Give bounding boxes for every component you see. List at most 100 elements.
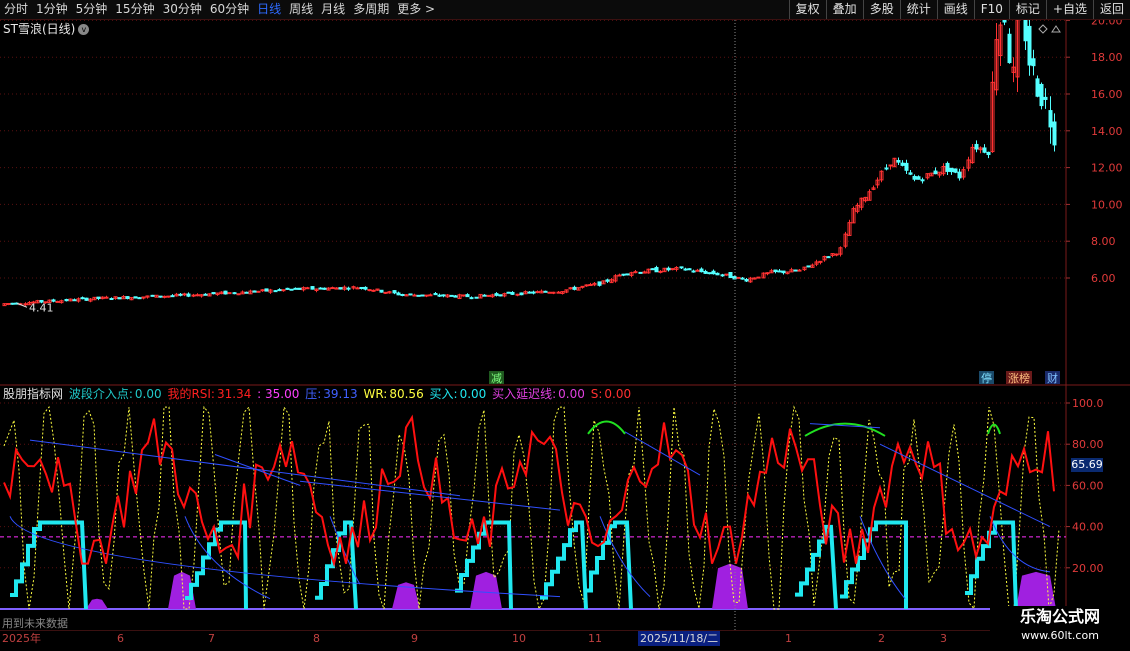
candle-body [416,294,421,297]
purple-area [1016,571,1056,609]
candle-body [383,291,388,294]
candle-body [227,292,232,295]
pressure-value: 39.13 [323,387,358,401]
candle-body [264,288,269,292]
candle-body [679,266,684,269]
diamond-icon [1038,24,1048,34]
tab-15min[interactable]: 15分钟 [111,0,158,19]
candle-body [744,279,749,282]
candle-body [104,296,109,299]
candle-body [793,269,798,272]
multi-stock-button[interactable]: 多股 [862,0,900,19]
candle-body [949,167,954,173]
candle-body [670,268,675,271]
candle-body [912,175,917,180]
candle-body [666,267,671,271]
candle-body [498,294,503,297]
wave-label: 波段介入点: [68,387,133,401]
candle-body [252,290,257,293]
candle-body [765,272,770,275]
delay-label: 买入延迟线: [492,387,557,401]
tab-daily[interactable]: 日线 [253,0,285,19]
restore-rights-button[interactable]: 复权 [788,0,826,19]
candle-body [408,293,413,296]
back-button[interactable]: 返回 [1092,0,1130,19]
candle-body [441,294,446,297]
candle-body [740,277,745,280]
xaxis-label-jun: 6 [117,632,124,645]
candle-body [617,274,622,277]
tab-5min[interactable]: 5分钟 [72,0,112,19]
overlay-button[interactable]: 叠加 [825,0,863,19]
candle-body [547,291,552,294]
candle-body [1002,20,1007,23]
candle-body [781,270,786,274]
candle-body [322,287,327,290]
draw-line-button[interactable]: 画线 [936,0,974,19]
indicator-axis-label: 100.0 [1072,397,1104,410]
candle-body [273,290,278,293]
tab-1min[interactable]: 1分钟 [32,0,72,19]
candle-body [888,164,893,167]
future-data-note: 用到未来数据 [2,617,68,630]
add-watchlist-button[interactable]: +自选 [1045,0,1093,19]
purple-area [86,598,108,609]
candle-body [330,287,335,290]
candle-body [957,171,962,179]
candle-body [297,287,302,290]
tab-60min[interactable]: 60分钟 [206,0,253,19]
tab-multi-period[interactable]: 多周期 [349,0,393,19]
candle-body [896,160,901,163]
candle-body [982,147,987,153]
fin-marker: 财 [1047,371,1058,385]
time-axis: 2025年 6 7 8 9 10 11 2025/11/18/二 1 2 3 [0,630,1130,651]
tab-more[interactable]: 更多 > [393,0,439,19]
period-tabs: 分时 1分钟 5分钟 15分钟 30分钟 60分钟 日线 周线 月线 多周期 更… [0,0,439,19]
candle-body [371,289,376,292]
chevron-down-icon[interactable]: v [78,24,90,35]
stop-marker: 停 [981,371,992,385]
candle-body [834,253,839,256]
candle-body [1043,96,1048,100]
candle-body [420,294,425,297]
mark-button[interactable]: 标记 [1008,0,1046,19]
cursor-date: 2025/11/18/二 [638,631,721,646]
indicator-name[interactable]: 股朋指标网 [3,387,63,401]
candle-body [191,294,196,297]
candle-body [137,297,142,300]
stock-title[interactable]: ST雪浪(日线) v [3,22,90,36]
candle-body [916,176,921,180]
candle-body [884,167,889,170]
candle-body [638,271,643,274]
candle-body [683,268,688,271]
s-value: 0.00 [604,387,632,401]
stock-chart[interactable]: 22.0020.0018.0016.0014.0012.0010.008.006… [0,20,1130,630]
statistics-button[interactable]: 统计 [899,0,937,19]
candle-body [256,290,261,293]
candle-body [285,287,290,290]
candle-body [1035,78,1040,97]
p35-value: : 35.00 [257,387,300,401]
candle-body [453,295,458,298]
candle-body [359,286,364,289]
candle-body [806,265,811,268]
tab-fenshi[interactable]: 分时 [0,0,32,19]
price-axis-label: 16.00 [1091,88,1123,101]
candle-body [96,296,101,299]
candle-body [584,284,589,287]
candle-body [170,295,175,298]
candle-body [125,296,130,300]
candle-body [182,293,187,296]
candle-body [527,291,532,294]
candle-body [428,294,433,297]
delay-value: 0.00 [558,387,585,401]
tab-30min[interactable]: 30分钟 [159,0,206,19]
tab-weekly[interactable]: 周线 [285,0,317,19]
purple-area [712,563,748,609]
tab-monthly[interactable]: 月线 [317,0,349,19]
f10-button[interactable]: F10 [973,0,1009,19]
chevron-right-icon: > [425,2,436,16]
candle-body [433,292,438,296]
candle-body [654,267,659,273]
xaxis-label-feb: 2 [878,632,885,645]
